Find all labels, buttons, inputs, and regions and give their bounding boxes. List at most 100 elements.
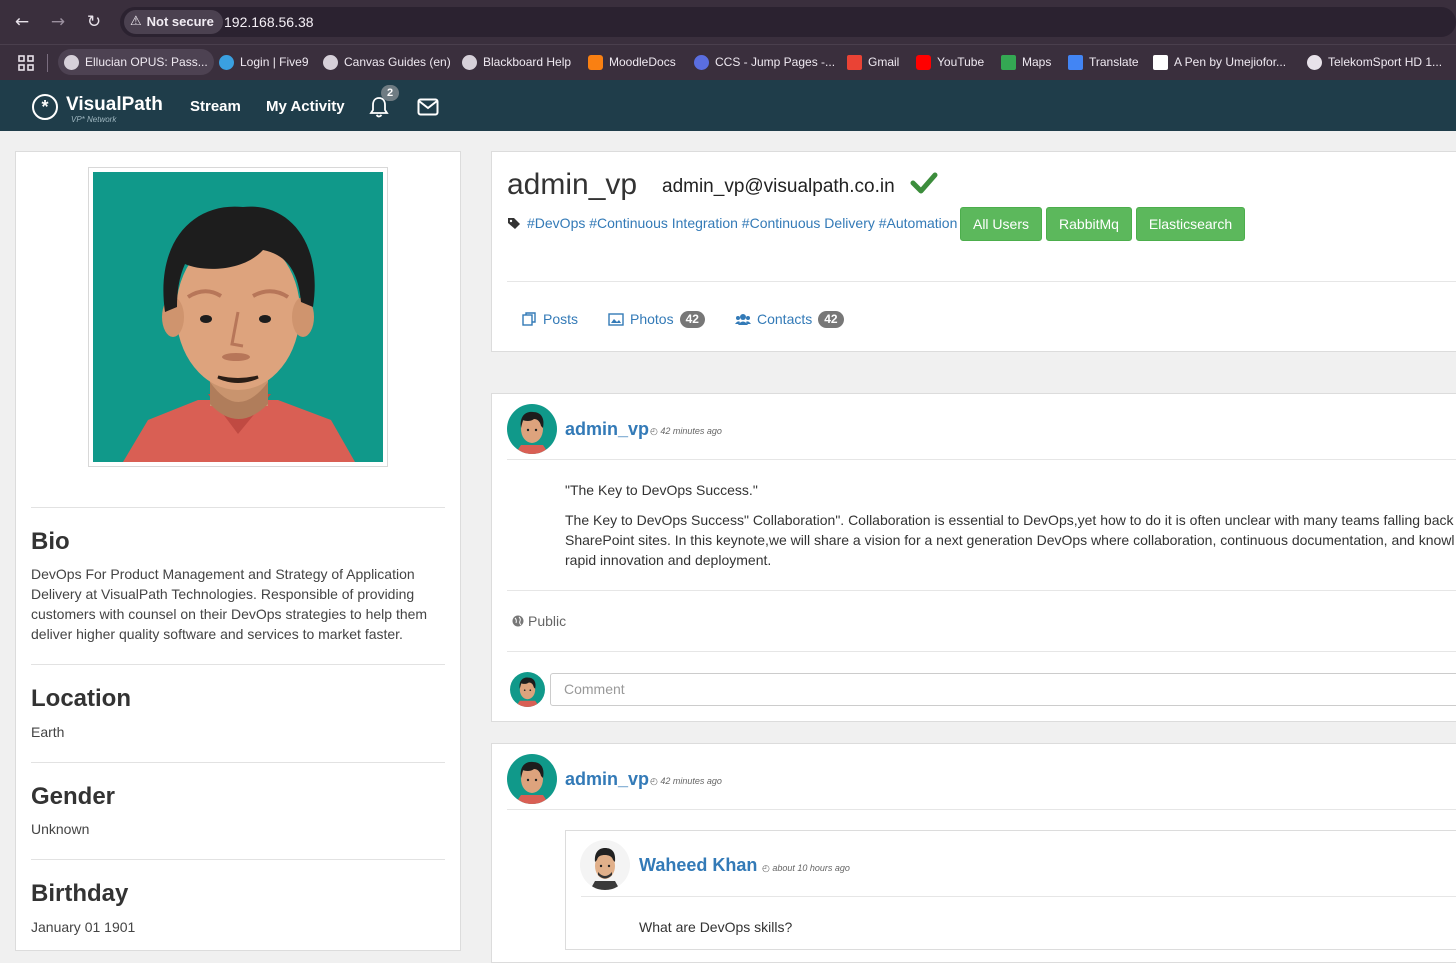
shared-time-text: about 10 hours ago [772,863,850,873]
apps-grid-icon[interactable] [17,54,35,72]
profile-username: admin_vp [507,168,638,201]
bookmark-label: Login | Five9 [240,55,309,69]
gear-icon [1307,54,1322,70]
divider [581,896,1456,897]
bookmark-label: Blackboard Help [483,55,572,69]
ccs-icon [694,54,709,70]
maps-icon [1001,54,1016,70]
translate-icon [1068,54,1083,70]
tab-photos[interactable]: Photos 42 [608,308,705,330]
shared-post-text: What are DevOps skills? [639,919,793,935]
divider [31,507,445,508]
clock-icon: ◴ [650,426,661,436]
five9-icon [219,54,234,70]
codepen-icon [1153,54,1168,70]
divider [507,651,1456,652]
posts-icon [522,312,536,326]
bookmark-translate[interactable]: Translate [1062,49,1145,75]
profile-email: admin_vp@visualpath.co.in [662,176,895,197]
post-title: "The Key to DevOps Success." [565,482,758,498]
globe-icon [512,615,524,627]
nav-stream[interactable]: Stream [190,97,241,117]
divider [507,590,1456,591]
bio-text: DevOps For Product Management and Strate… [31,566,428,642]
reload-icon[interactable]: ↻ [82,10,106,34]
commenter-avatar [510,672,545,707]
post-author-avatar[interactable] [507,754,557,804]
divider [507,281,1456,282]
messages-envelope-icon[interactable] [417,98,439,116]
bookmark-gmail[interactable]: Gmail [841,49,905,75]
bookmark-label: Maps [1022,55,1052,69]
clock-icon: ◴ [762,863,773,873]
clock-icon: ◴ [650,776,661,786]
bookmark-label: Ellucian OPUS: Pass... [85,55,208,69]
post-author-name[interactable]: admin_vp [565,768,649,790]
bookmark-blackboard[interactable]: Blackboard Help [456,49,577,75]
divider [31,859,445,860]
group-button-elasticsearch[interactable]: Elasticsearch [1136,207,1245,241]
post-body-line: The Key to DevOps Success" Collaboration… [565,512,1454,528]
post-time: ◴ 42 minutes ago [650,425,722,437]
divider [31,762,445,763]
address-bar[interactable] [120,7,1456,37]
bookmark-label: YouTube [937,55,985,69]
globe-icon [462,54,477,70]
bookmark-label: A Pen by Umejiofor... [1174,55,1287,69]
youtube-icon [916,54,931,70]
bookmark-youtube[interactable]: YouTube [910,49,990,75]
bookmark-codepen[interactable]: A Pen by Umejiofor... [1147,49,1292,75]
tags-text[interactable]: #DevOps #Continuous Integration #Continu… [527,214,957,232]
post-author-avatar[interactable] [507,404,557,454]
verified-check-icon [910,172,938,194]
bookmark-ccs[interactable]: CCS - Jump Pages -... [688,49,841,75]
brand-logo-icon[interactable]: * [32,94,58,120]
url-text[interactable]: 192.168.56.38 [224,10,314,34]
profile-avatar[interactable] [88,167,388,467]
tab-posts[interactable]: Posts [522,308,578,330]
bookmark-moodle[interactable]: MoodleDocs [582,49,682,75]
bookmark-five9[interactable]: Login | Five9 [213,49,315,75]
back-icon[interactable]: ← [10,10,34,34]
birthday-heading: Birthday [31,880,129,907]
location-value: Earth [31,724,65,740]
divider [507,809,1456,810]
forward-icon[interactable]: → [46,10,70,34]
bookmark-label: TelekomSport HD 1... [1328,55,1443,69]
site-navbar: * VisualPath VP* Network Stream My Activ… [0,80,1456,131]
tab-posts-label: Posts [543,311,579,327]
tab-contacts-label: Contacts [757,311,813,327]
tags-icon [508,217,520,229]
shared-author-avatar[interactable] [580,840,630,890]
post-body-line: SharePoint sites. In this keynote,we wil… [565,532,1455,548]
post-time: ◴ 42 minutes ago [650,775,722,787]
gmail-icon [847,54,862,70]
bookmark-telekom[interactable]: TelekomSport HD 1... [1301,49,1448,75]
group-button-rabbitmq[interactable]: RabbitMq [1046,207,1132,241]
warning-icon: ⚠ [130,14,142,29]
post-time-text: 42 minutes ago [660,426,722,436]
bookmark-label: Gmail [868,55,900,69]
nav-my-activity[interactable]: My Activity [266,97,345,117]
visibility-label: Public [528,613,567,629]
photos-count-badge: 42 [679,310,705,328]
bookmark-label: Canvas Guides (en) [344,55,451,69]
brand-name[interactable]: VisualPath [66,94,163,116]
bookmark-maps[interactable]: Maps [995,49,1057,75]
bookmark-label: CCS - Jump Pages -... [715,55,836,69]
contacts-icon [735,313,751,325]
security-chip[interactable]: ⚠ Not secure [124,10,223,34]
birthday-value: January 01 1901 [31,919,136,935]
post-author-name[interactable]: admin_vp [565,418,649,440]
tab-contacts[interactable]: Contacts 42 [735,308,844,330]
comment-input[interactable]: Comment [550,673,1456,706]
group-button-all-users[interactable]: All Users [960,207,1042,241]
bookmark-ellucian[interactable]: Ellucian OPUS: Pass... [58,49,214,75]
bio-heading: Bio [31,528,70,555]
contacts-count-badge: 42 [818,310,844,328]
profile-tags: #DevOps #Continuous Integration #Continu… [507,214,957,232]
bookmark-canvas[interactable]: Canvas Guides (en) [317,49,457,75]
gender-value: Unknown [31,821,90,837]
divider [31,664,445,665]
shared-author-name[interactable]: Waheed Khan [639,854,757,876]
